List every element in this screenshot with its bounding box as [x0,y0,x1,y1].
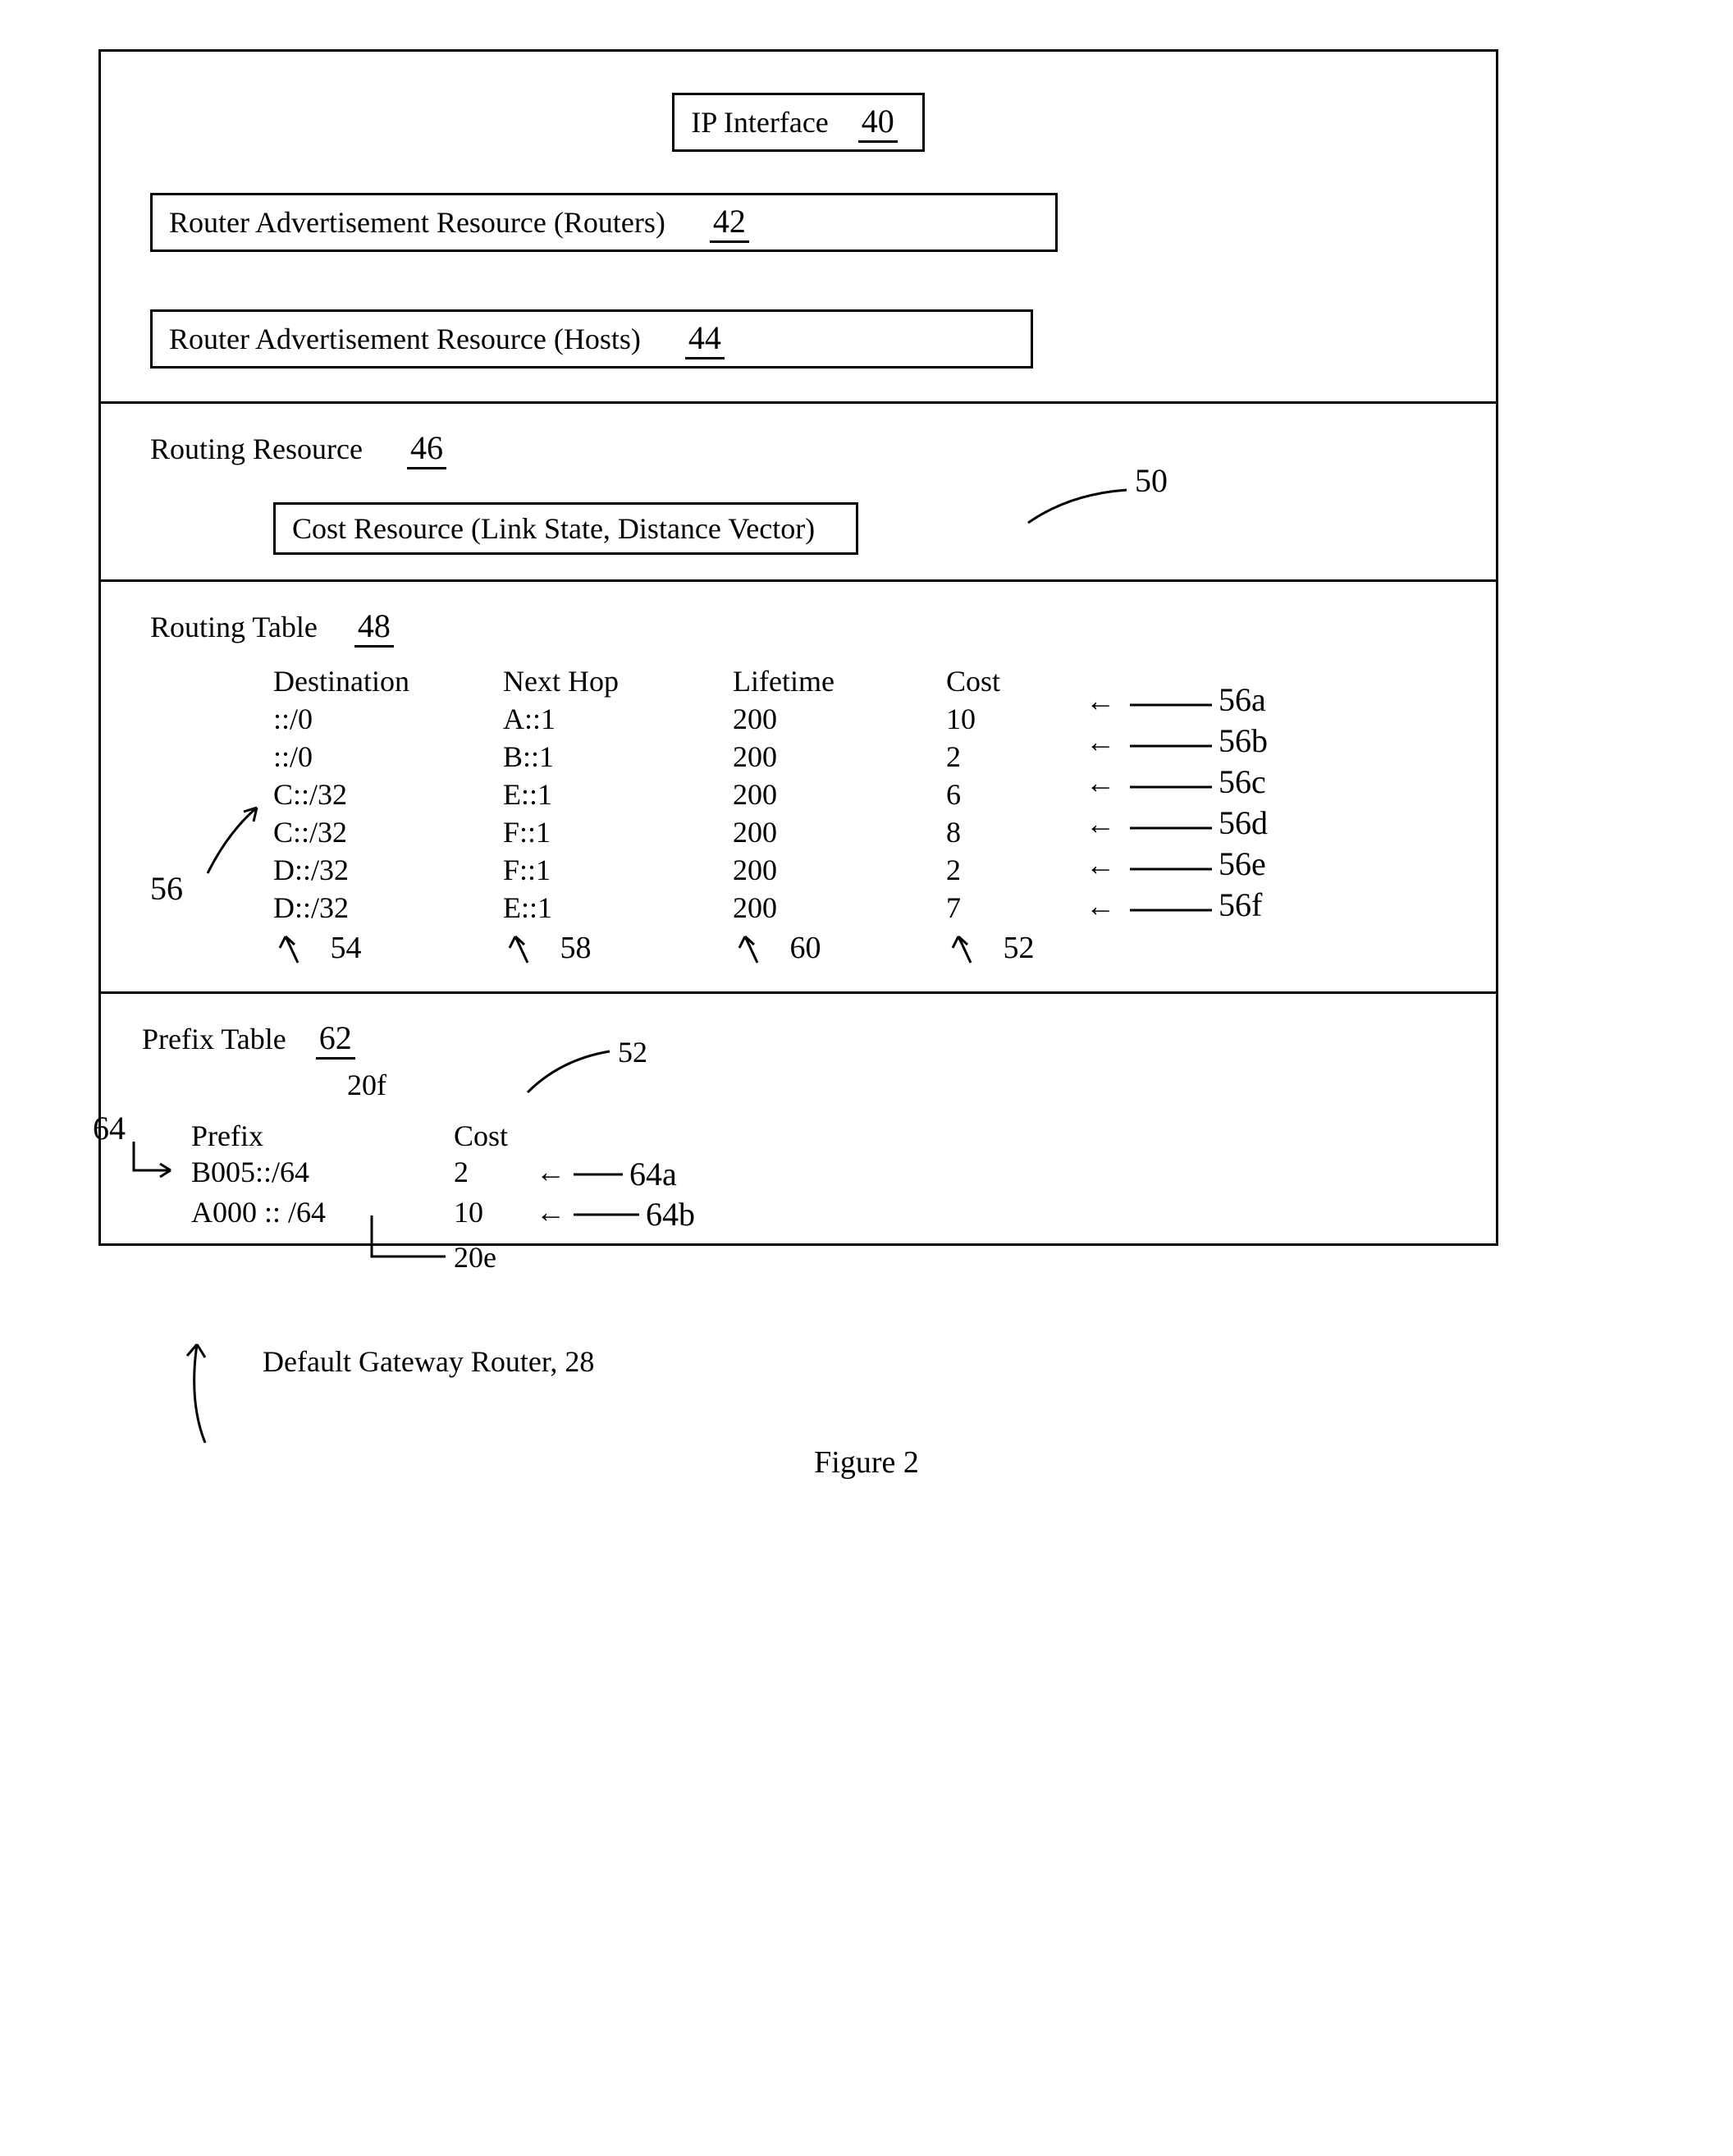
group-ref-arrow [183,795,281,894]
routing-resource-ref: 46 [407,428,446,469]
col-ref-next: 58 [560,931,592,965]
table-row: C::/32 E::1 200 6 [273,777,1471,812]
routing-table-header: Destination Next Hop Lifetime Cost [273,664,1471,698]
cost-header-ref-small: 52 [618,1035,647,1069]
col-ref-life: 60 [790,931,821,965]
routing-resource-title: Routing Resource 46 [150,428,1471,469]
row-ref: ← 56a [1077,680,1268,721]
rar-routers-ref: 42 [710,202,749,243]
rar-routers-box: Router Advertisement Resource (Routers) … [150,193,1058,252]
rar-hosts-label: Router Advertisement Resource (Hosts) [169,323,641,355]
routing-table: Destination Next Hop Lifetime Cost ::/0 … [273,664,1471,967]
row-refs-right: ← 56a ← 56b ← 56c ← 56d ← 5 [1077,680,1268,927]
bottom-annotation: Default Gateway Router, 28 [98,1344,1575,1379]
prefix-header-ref-small: 20f [347,1068,386,1102]
cost-resource-ref: 50 [1135,461,1168,500]
prefix-table: 20f 52 Prefix Cost B005::/64 2 ← 64a A00… [191,1076,1471,1234]
prefix-left-arrow [126,1138,183,1195]
ip-interface-ref: 40 [858,102,898,143]
group-ref: 56 [150,869,183,908]
routing-table-ref: 48 [354,607,394,648]
table-row: ::/0 B::1 200 2 [273,739,1471,774]
bottom-caption: Default Gateway Router, 28 [263,1344,1575,1379]
rar-hosts-box: Router Advertisement Resource (Hosts) 44 [150,309,1033,368]
table-row: C::/32 F::1 200 8 [273,815,1471,849]
col-header-nexthop: Next Hop [503,664,733,698]
cost-resource-label: Cost Resource (Link State, Distance Vect… [292,512,815,545]
ip-interface-label: IP Interface [691,106,829,139]
prefix-table-section: Prefix Table 62 20f 52 Prefix Cost B005:… [101,991,1496,1243]
table-row: D::/32 F::1 200 2 [273,853,1471,887]
diagram-container: IP Interface 40 Router Advertisement Res… [98,49,1498,1246]
col-header-destination: Destination [273,664,503,698]
row-ref: ← 56e [1077,845,1268,886]
routing-resource-section: Routing Resource 46 Cost Resource (Link … [101,401,1496,579]
rar-hosts-ref: 44 [685,318,725,359]
prefix-row-ref: 64a [629,1155,677,1193]
col-header-cost: Cost [946,664,1045,698]
cost-resource-box: Cost Resource (Link State, Distance Vect… [273,502,858,555]
routing-table-title: Routing Table 48 [150,607,1471,648]
column-refs-row: 54 58 60 52 [273,930,1471,967]
row-ref: ← 56d [1077,803,1268,845]
figure-label: Figure 2 [33,1444,1700,1481]
prefix-row-ref: 64b [646,1195,695,1234]
cost-resource-ref-arrow [1020,478,1200,543]
table-row: D::/32 E::1 200 7 [273,890,1471,925]
top-section: IP Interface 40 Router Advertisement Res… [101,52,1496,401]
prefix-table-ref: 62 [316,1018,355,1060]
col-header-lifetime: Lifetime [733,664,946,698]
col-ref-dest: 54 [331,931,362,965]
ip-interface-box: IP Interface 40 [672,93,925,152]
prefix-row: B005::/64 2 ← 64a [191,1155,1471,1193]
bottom-arrow [156,1336,254,1451]
table-row: ::/0 A::1 200 10 [273,702,1471,736]
prefix-left-ref: 64 [93,1109,126,1147]
routing-table-section: Routing Table 48 Destination Next Hop Li… [101,579,1496,991]
prefix-table-title: Prefix Table 62 [142,1018,1471,1060]
row-ref: ← 56b [1077,721,1268,762]
row-ref: ← 56c [1077,762,1268,803]
prefix-tail-ref: 20e [454,1240,496,1275]
row-ref: ← 56f [1077,886,1268,927]
rar-routers-label: Router Advertisement Resource (Routers) [169,206,665,239]
prefix-row: A000 :: /64 10 ← 64b [191,1195,1471,1234]
prefix-table-header: Prefix Cost [191,1119,1471,1153]
col-ref-cost: 52 [1004,931,1035,965]
